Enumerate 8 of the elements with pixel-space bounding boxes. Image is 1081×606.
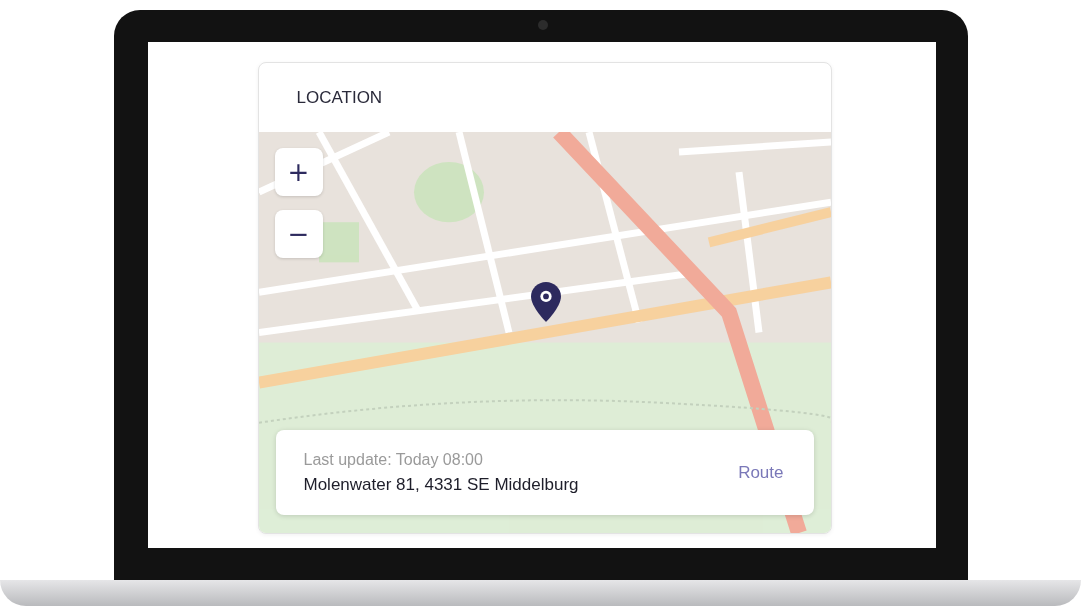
route-link[interactable]: Route <box>738 462 784 483</box>
zoom-button[interactable]: + <box>274 148 323 196</box>
card-title: LOCATION <box>296 87 383 108</box>
address-text: Molenwater 81, 4331 SE Middelburg <box>303 474 579 495</box>
zoom-button[interactable]: − <box>274 210 323 258</box>
map-pin-icon <box>530 282 561 322</box>
last-update-text: Last update: Today 08:00 <box>303 450 484 469</box>
camera-icon <box>537 20 548 30</box>
